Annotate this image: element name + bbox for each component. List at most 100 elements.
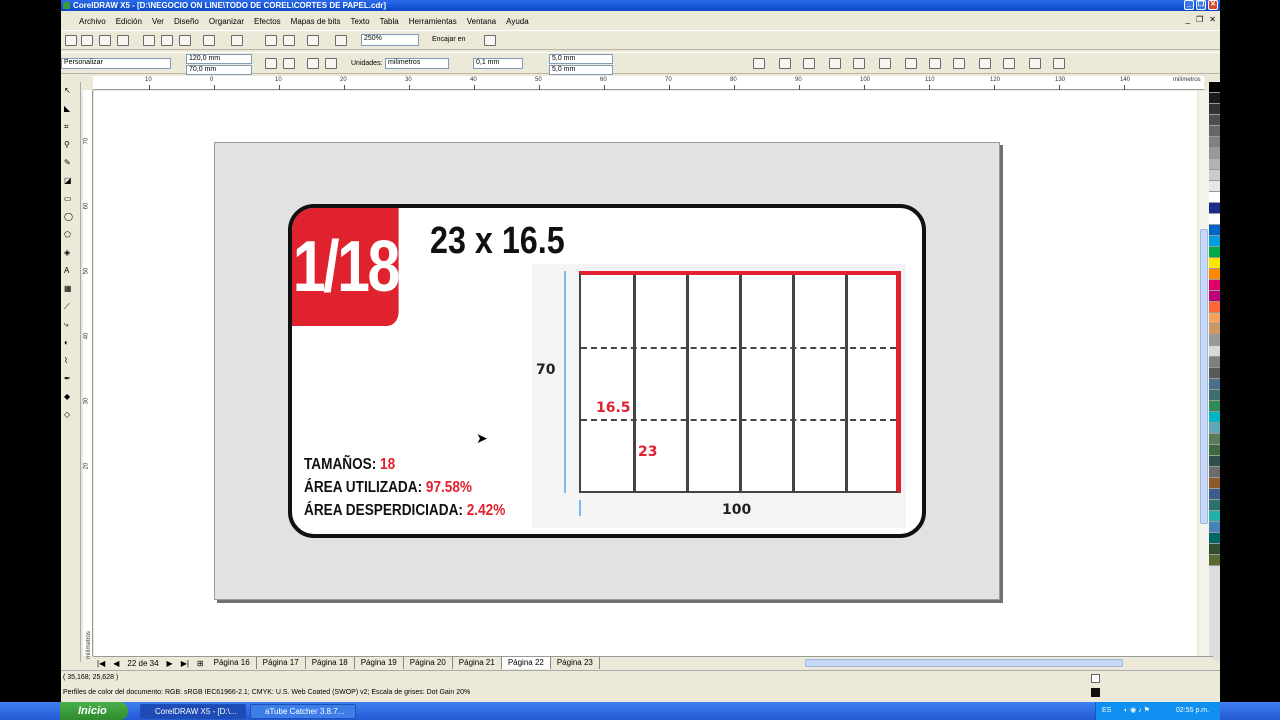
snap-to-label[interactable]: Encajar en [432,35,465,45]
duplicate-x-field[interactable]: 5,0 mm [549,54,613,64]
color-swatch[interactable] [1209,313,1220,324]
landscape-icon[interactable] [283,58,295,69]
horizontal-scroll-thumb[interactable] [805,659,1123,667]
color-swatch[interactable] [1209,170,1220,181]
pick-tool-icon[interactable]: ↖ [64,86,76,97]
units-select[interactable]: milímetros [385,58,449,69]
eyedropper-icon[interactable]: ⌇ [64,356,76,367]
color-swatch[interactable] [1209,269,1220,280]
crop-tool-icon[interactable]: ⌗ [64,122,76,133]
page-size-select[interactable]: Personalizar [61,58,171,69]
open-icon[interactable] [81,35,93,46]
tab-pagina-23[interactable]: Página 23 [551,657,600,669]
export-icon[interactable] [283,35,295,46]
snap-objects-icon[interactable] [879,58,891,69]
copy-icon[interactable] [161,35,173,46]
color-swatch[interactable] [1209,346,1220,357]
language-indicator[interactable]: ES [1102,702,1111,720]
doc-restore-icon[interactable]: ❐ [1196,15,1203,24]
color-swatch[interactable] [1209,258,1220,269]
fill-swatch[interactable] [1091,674,1100,683]
color-swatch[interactable] [1209,434,1220,445]
color-swatch[interactable] [1209,324,1220,335]
dimension-tool-icon[interactable]: ⟋ [64,302,76,313]
restore-button[interactable]: ❐ [1196,0,1206,10]
zoom-tool-icon[interactable] [1029,58,1041,69]
import-icon[interactable] [265,35,277,46]
freehand-tool-icon[interactable]: ✎ [64,158,76,169]
first-page-icon[interactable]: |◀ [93,659,109,668]
tab-pagina-20[interactable]: Página 20 [404,657,453,669]
close-button[interactable]: ✕ [1208,0,1218,10]
color-swatch[interactable] [1209,456,1220,467]
color-swatch[interactable] [1209,544,1220,555]
transform-icon[interactable] [853,58,865,69]
vertical-scroll-thumb[interactable] [1200,229,1208,524]
page-width-field[interactable]: 120,0 mm [186,54,252,64]
doc-close-icon[interactable]: ✕ [1209,15,1216,24]
tab-pagina-18[interactable]: Página 18 [306,657,355,669]
tray-icons[interactable]: ◐ ◉ ♪ ⚑ [1124,702,1150,720]
treat-as-filled-icon[interactable] [779,58,791,69]
blend-tool-icon[interactable]: ◐ [64,338,76,349]
color-swatch[interactable] [1209,357,1220,368]
vertical-ruler[interactable]: milímetros 70 60 50 40 30 20 [83,90,93,659]
color-swatch[interactable] [1209,522,1220,533]
color-swatch[interactable] [1209,104,1220,115]
page-height-field[interactable]: 70,0 mm [186,65,252,75]
tab-pagina-21[interactable]: Página 21 [453,657,502,669]
nudge-distance-field[interactable]: 0,1 mm [473,58,523,69]
add-page-icon[interactable]: ⊞ [193,659,208,668]
color-swatch[interactable] [1209,148,1220,159]
color-swatch[interactable] [1209,533,1220,544]
menu-ver[interactable]: Ver [152,17,164,26]
color-swatch[interactable] [1209,511,1220,522]
zoom-level-select[interactable]: 250% [361,34,419,46]
color-swatch[interactable] [1209,236,1220,247]
outline-pen-icon[interactable]: ✒ [64,374,76,385]
current-page-icon[interactable] [325,58,337,69]
color-swatch[interactable] [1209,412,1220,423]
menu-herramientas[interactable]: Herramientas [409,17,457,26]
tab-pagina-17[interactable]: Página 17 [257,657,306,669]
doc-minimize-icon[interactable]: _ [1186,15,1190,24]
paste-icon[interactable] [179,35,191,46]
color-palette[interactable] [1209,82,1220,660]
table-tool-icon[interactable]: ▦ [64,284,76,295]
menu-diseno[interactable]: Diseño [174,17,199,26]
interactive-fill-icon[interactable]: ◇ [64,410,76,421]
shape-tool-icon[interactable]: ◣ [64,104,76,115]
options-icon[interactable] [484,35,496,46]
color-swatch[interactable] [1209,181,1220,192]
vertical-scrollbar[interactable] [1199,91,1209,656]
bleed-icon[interactable] [1003,58,1015,69]
redo-icon[interactable] [231,35,243,46]
next-page-icon[interactable]: ▶ [163,659,177,668]
all-pages-icon[interactable] [307,58,319,69]
rectangle-tool-icon[interactable]: ▭ [64,194,76,205]
undo-icon[interactable] [203,35,215,46]
color-swatch[interactable] [1209,115,1220,126]
basic-shapes-icon[interactable]: ◈ [64,248,76,259]
new-document-icon[interactable] [65,35,77,46]
color-swatch[interactable] [1209,368,1220,379]
application-launcher-icon[interactable] [307,35,319,46]
text-tool-icon[interactable]: A [64,266,76,277]
color-swatch[interactable] [1209,302,1220,313]
start-button[interactable]: Inicio [60,702,128,720]
color-swatch[interactable] [1209,335,1220,346]
horizontal-ruler[interactable]: milímetros 10 0 10 20 30 40 50 60 70 80 90 100 110 12… [93,76,1204,90]
cut-icon[interactable] [143,35,155,46]
page-border-icon[interactable] [979,58,991,69]
welcome-screen-icon[interactable] [335,35,347,46]
color-profiles-info[interactable]: Perfiles de color del documento: RGB: sR… [63,689,470,696]
color-swatch[interactable] [1209,159,1220,170]
menu-efectos[interactable]: Efectos [254,17,281,26]
drawing-canvas[interactable]: 1/18 23 x 16.5 TAMAÑOS: 18 ÁREA UTILIZAD… [94,91,1197,656]
grid-icon[interactable] [929,58,941,69]
color-swatch[interactable] [1209,401,1220,412]
color-swatch[interactable] [1209,489,1220,500]
lock-icon[interactable] [829,58,841,69]
save-icon[interactable] [99,35,111,46]
color-swatch[interactable] [1209,467,1220,478]
